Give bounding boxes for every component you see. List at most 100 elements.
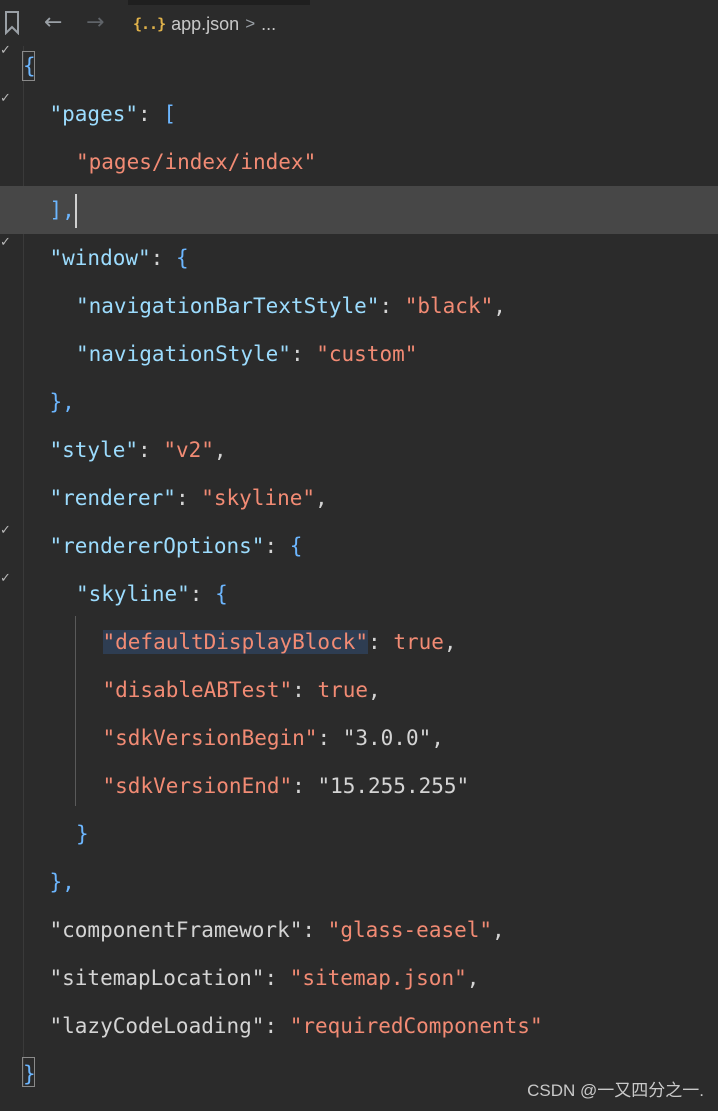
code-line[interactable]: "pages": [ — [0, 90, 718, 138]
code-line[interactable]: } — [0, 810, 718, 858]
code-token: "lazyCodeLoading" — [49, 1014, 265, 1038]
code-token: , — [431, 726, 444, 750]
code-token: "custom" — [316, 342, 418, 366]
bookmark-icon-svg — [5, 11, 19, 36]
code-line-text: }, — [50, 858, 75, 906]
code-token: "defaultDisplayBlock" — [102, 630, 369, 654]
code-token: "renderer" — [49, 486, 176, 510]
code-line[interactable]: "renderer": "skyline", — [0, 474, 718, 522]
code-line-text: "pages/index/index" — [76, 138, 316, 186]
code-line[interactable]: "rendererOptions": { — [0, 522, 718, 570]
code-token: , — [213, 438, 227, 462]
code-line-text: ], — [50, 186, 77, 234]
bracket-match-highlight — [22, 51, 35, 81]
code-line-text: "componentFramework": "glass-easel", — [50, 906, 505, 954]
code-line[interactable]: "componentFramework": "glass-easel", — [0, 906, 718, 954]
code-token: : — [292, 774, 318, 798]
code-token: , — [492, 918, 505, 942]
bracket-match-highlight — [22, 1057, 35, 1087]
breadcrumb-separator: > — [245, 14, 256, 33]
code-line-text: "skyline": { — [76, 570, 228, 618]
code-token: : — [292, 678, 318, 702]
code-line[interactable]: "sitemapLocation": "sitemap.json", — [0, 954, 718, 1002]
editor-toolbar: ← → {..} app.json > ... — [0, 0, 718, 46]
code-line[interactable]: "sdkVersionBegin": "3.0.0", — [0, 714, 718, 762]
code-token: : — [150, 246, 176, 270]
code-token: "glass-easel" — [327, 918, 493, 942]
indent-guide — [75, 616, 76, 806]
code-line-text: "lazyCodeLoading": "requiredComponents" — [50, 1002, 543, 1050]
code-line-text: "navigationBarTextStyle": "black", — [76, 282, 506, 330]
code-token: "v2" — [163, 438, 214, 462]
breadcrumb-file-name[interactable]: app.json — [171, 14, 239, 35]
watermark: CSDN @一又四分之一. — [527, 1081, 704, 1100]
code-line-text: } — [76, 810, 89, 858]
code-token: , — [466, 966, 480, 990]
code-line[interactable]: "pages/index/index" — [0, 138, 718, 186]
code-token: : — [264, 1014, 290, 1038]
code-line[interactable]: "window": { — [0, 234, 718, 282]
code-token: : — [138, 102, 164, 126]
code-token: "navigationBarTextStyle" — [76, 294, 380, 318]
code-line[interactable]: ], — [0, 186, 718, 234]
code-token: "sitemap.json" — [289, 966, 467, 990]
code-token: } — [76, 822, 89, 846]
code-line-text: "rendererOptions": { — [50, 522, 303, 570]
code-token: : — [317, 726, 343, 750]
code-line-text: "window": { — [50, 234, 189, 282]
code-line[interactable]: "disableABTest": true, — [0, 666, 718, 714]
code-line[interactable]: "navigationStyle": "custom" — [0, 330, 718, 378]
code-token: : — [138, 438, 164, 462]
breadcrumb[interactable]: {..} app.json > ... — [133, 11, 276, 37]
code-token: : — [379, 294, 405, 318]
code-token: "sdkVersionBegin" — [102, 726, 318, 750]
json-file-icon: {..} — [133, 15, 166, 33]
code-token: : — [264, 534, 290, 558]
code-line-text: "sdkVersionEnd": "15.255.255" — [103, 762, 470, 810]
bookmark-icon[interactable] — [4, 11, 20, 36]
code-token: "rendererOptions" — [49, 534, 265, 558]
code-token: }, — [49, 390, 75, 414]
code-line[interactable]: }, — [0, 858, 718, 906]
code-line[interactable]: "defaultDisplayBlock": true, — [0, 618, 718, 666]
code-token: "3.0.0" — [342, 726, 432, 750]
code-token: "pages" — [49, 102, 139, 126]
code-line-text: "style": "v2", — [50, 426, 227, 474]
code-line-text: }, — [50, 378, 75, 426]
code-token: true — [393, 630, 444, 654]
code-token: "disableABTest" — [102, 678, 293, 702]
code-line-text: "sitemapLocation": "sitemap.json", — [50, 954, 480, 1002]
code-token: "componentFramework" — [49, 918, 303, 942]
code-token: "pages/index/index" — [76, 150, 317, 174]
code-token: : — [368, 630, 394, 654]
code-token: "sdkVersionEnd" — [102, 774, 293, 798]
code-line-text: "sdkVersionBegin": "3.0.0", — [103, 714, 444, 762]
code-line[interactable]: "sdkVersionEnd": "15.255.255" — [0, 762, 718, 810]
code-token: "black" — [404, 294, 494, 318]
code-token: { — [289, 534, 303, 558]
code-line[interactable]: "navigationBarTextStyle": "black", — [0, 282, 718, 330]
code-line[interactable]: }, — [0, 378, 718, 426]
breadcrumb-more[interactable]: ... — [261, 14, 276, 35]
code-token: [ — [163, 102, 176, 126]
tab-strip — [128, 0, 310, 5]
code-token: : — [290, 342, 317, 366]
code-token: "skyline" — [201, 486, 316, 510]
code-token: }, — [49, 870, 75, 894]
code-line-text: "renderer": "skyline", — [50, 474, 328, 522]
arrow-left-icon[interactable]: ← — [44, 10, 62, 36]
code-line-text: "defaultDisplayBlock": true, — [102, 618, 457, 666]
code-line[interactable]: "lazyCodeLoading": "requiredComponents" — [0, 1002, 718, 1050]
arrow-right-icon[interactable]: → — [86, 10, 104, 36]
code-token: : — [189, 582, 216, 606]
code-line[interactable]: "skyline": { — [0, 570, 718, 618]
code-token: , — [368, 678, 381, 702]
code-token: ], — [49, 198, 75, 222]
code-line[interactable]: "style": "v2", — [0, 426, 718, 474]
code-token: , — [493, 294, 506, 318]
code-token: "requiredComponents" — [289, 1014, 543, 1038]
code-token: "window" — [49, 246, 151, 270]
code-line[interactable]: { — [0, 42, 718, 90]
code-token: { — [175, 246, 189, 270]
code-line-text: "navigationStyle": "custom" — [76, 330, 417, 378]
